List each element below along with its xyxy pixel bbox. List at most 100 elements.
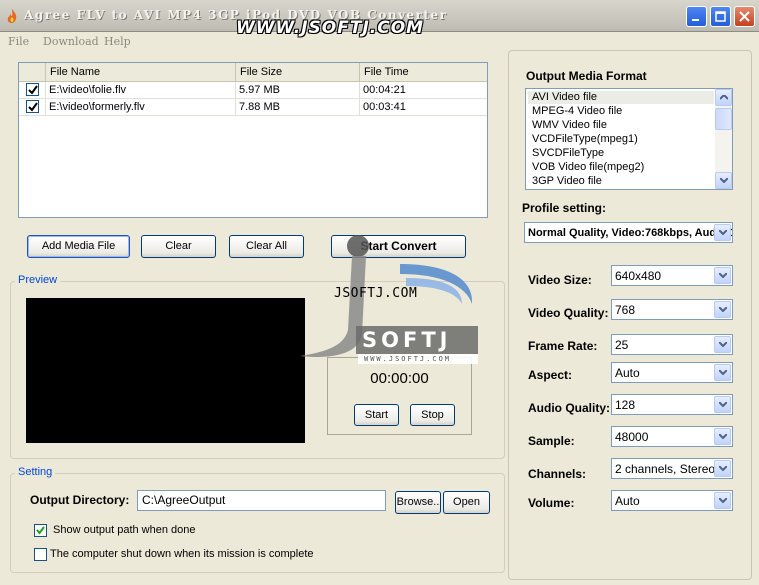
format-list[interactable]: AVI Video file MPEG-4 Video file WMV Vid… [525,88,733,190]
scroll-down-button[interactable] [715,172,732,189]
video-quality-select[interactable]: 768 [611,299,733,320]
scroll-thumb[interactable] [715,108,732,130]
video-size-label: Video Size: [528,273,592,287]
file-list[interactable]: File Name File Size File Time E:\video\f… [18,62,488,218]
sample-label: Sample: [528,434,575,448]
preview-start-button[interactable]: Start [354,404,399,426]
add-media-file-button[interactable]: Add Media File [27,235,130,258]
sample-dropdown-button[interactable] [714,428,731,445]
close-button[interactable] [734,6,755,27]
row-divider [235,82,236,116]
video-size-value: 640x480 [615,269,662,283]
jsoftj-logo-watermark [300,235,478,364]
video-quality-dropdown-button[interactable] [714,301,731,318]
volume-label: Volume: [528,496,575,510]
row-divider [45,82,46,116]
clear-button[interactable]: Clear [141,235,216,258]
menu-download[interactable]: Download [43,35,99,48]
file-size-cell: 7.88 MB [239,101,280,113]
output-directory-input[interactable]: C:\AgreeOutput [137,490,386,511]
clear-all-button[interactable]: Clear All [229,235,304,258]
file-time-cell: 00:04:21 [363,84,406,96]
checkmark-icon [28,85,38,95]
channels-label: Channels: [528,467,587,481]
checkmark-icon [36,526,45,535]
row-checkbox[interactable] [26,83,39,96]
menu-help[interactable]: Help [104,35,131,48]
profile-dropdown-button[interactable] [714,224,731,241]
file-name-cell: E:\video\folie.flv [49,84,127,96]
check-column-header [19,63,45,82]
aspect-value: Auto [615,366,640,380]
preview-label: Preview [15,274,61,286]
frame-rate-dropdown-button[interactable] [714,336,731,353]
format-item[interactable]: 3GP Video file [532,175,602,187]
minimize-button[interactable] [686,6,707,27]
frame-rate-select[interactable]: 25 [611,334,733,355]
file-name-cell: E:\video\formerly.flv [49,101,145,113]
column-file-time[interactable]: File Time [359,63,487,82]
chevron-down-icon [719,434,727,439]
open-button[interactable]: Open [443,491,490,514]
setting-label: Setting [15,466,56,478]
channels-value: 2 channels, Stereo [615,462,716,476]
format-item[interactable]: SVCDFileType [532,147,604,159]
volume-select[interactable]: Auto [611,490,733,511]
format-item[interactable]: VOB Video file(mpeg2) [532,161,644,173]
watermark-logo-url: WWW.JSOFTJ.COM [364,355,452,363]
format-item[interactable]: VCDFileType(mpeg1) [532,133,638,145]
row-checkbox[interactable] [26,100,39,113]
profile-select-value: Normal Quality, Video:768kbps, Audio:128… [528,227,732,239]
preview-screen [26,298,305,443]
format-item[interactable]: MPEG-4 Video file [532,105,622,117]
menu-file[interactable]: File [8,35,29,48]
minimize-icon [692,19,699,21]
aspect-dropdown-button[interactable] [714,364,731,381]
aspect-label: Aspect: [528,368,573,382]
profile-setting-label: Profile setting: [522,201,607,215]
chevron-down-icon [719,402,727,407]
audio-quality-select[interactable]: 128 [611,394,733,415]
volume-dropdown-button[interactable] [714,492,731,509]
file-size-cell: 5.97 MB [239,84,280,96]
chevron-down-icon [719,273,727,278]
profile-select[interactable]: Normal Quality, Video:768kbps, Audio:128… [524,222,733,243]
aspect-select[interactable]: Auto [611,362,733,383]
column-file-name[interactable]: File Name [45,63,235,82]
audio-quality-value: 128 [615,398,636,412]
scroll-up-button[interactable] [715,89,732,106]
audio-quality-dropdown-button[interactable] [714,396,731,413]
video-size-dropdown-button[interactable] [714,267,731,284]
chevron-down-icon [719,466,727,471]
format-list-scrollbar[interactable] [715,89,732,189]
close-icon [739,11,750,22]
preview-stop-button[interactable]: Stop [410,404,455,426]
maximize-button[interactable] [710,6,731,27]
title-bar: Agree FLV to AVI MP4 3GP iPod DVD VOB Co… [0,0,759,38]
format-item[interactable]: AVI Video file [532,91,597,103]
browse-button[interactable]: Browse.. [395,491,441,514]
shutdown-checkbox[interactable] [34,548,47,561]
chevron-down-icon [719,498,727,503]
chevron-down-icon [720,178,728,183]
format-item[interactable]: WMV Video file [532,119,607,131]
watermark-logo-text: SOFTJ [362,328,452,352]
sample-select[interactable]: 48000 [611,426,733,447]
maximize-icon [715,11,726,22]
channels-dropdown-button[interactable] [714,460,731,477]
volume-value: Auto [615,494,640,508]
frame-rate-value: 25 [615,338,629,352]
video-size-select[interactable]: 640x480 [611,265,733,286]
file-time-cell: 00:03:41 [363,101,406,113]
frame-rate-label: Frame Rate: [528,339,598,353]
table-row[interactable]: E:\video\folie.flv 5.97 MB 00:04:21 [19,82,487,99]
shutdown-label: The computer shut down when its mission … [50,548,314,560]
chevron-down-icon [719,230,727,235]
channels-select[interactable]: 2 channels, Stereo [611,458,733,479]
file-list-header: File Name File Size File Time [19,63,487,82]
table-row[interactable]: E:\video\formerly.flv 7.88 MB 00:03:41 [19,99,487,116]
video-quality-label: Video Quality: [528,306,609,320]
chevron-down-icon [719,307,727,312]
show-output-path-checkbox[interactable] [34,524,47,537]
column-file-size[interactable]: File Size [235,63,359,82]
